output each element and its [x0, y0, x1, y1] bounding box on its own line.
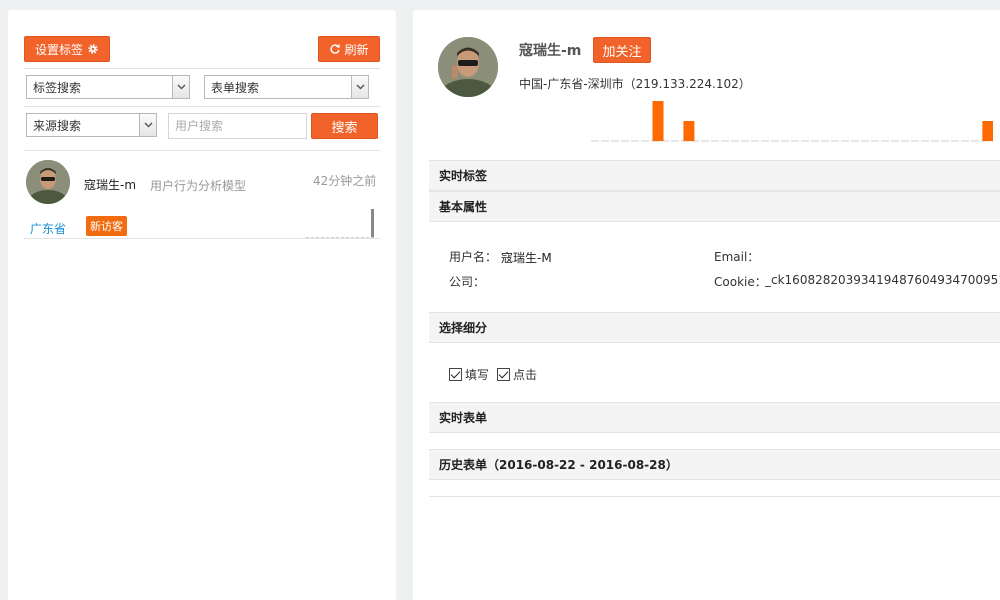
- divider: [429, 496, 1000, 497]
- divider: [24, 238, 380, 239]
- tag-search-select[interactable]: 标签搜索: [26, 75, 190, 99]
- visitor-list-panel: 设置标签 刷新 标签搜索 表单搜索 来源搜索 搜索 寇瑞生-m 用户行为分析模型…: [8, 10, 396, 600]
- checkbox-checked-icon: [497, 368, 510, 381]
- basic-attributes-header[interactable]: 基本属性: [429, 191, 1000, 222]
- segment-click-label: 点击: [513, 368, 538, 382]
- activity-chart: [591, 101, 993, 142]
- avatar: [26, 160, 70, 204]
- visit-time: 42分钟之前: [313, 174, 377, 188]
- chevron-down-icon: [351, 76, 368, 98]
- refresh-label: 刷新: [344, 42, 369, 57]
- visitor-region[interactable]: 广东省: [30, 220, 66, 237]
- refresh-button[interactable]: 刷新: [318, 36, 380, 62]
- checkbox-checked-icon: [449, 368, 462, 381]
- cookie-label: Cookie：: [714, 275, 767, 289]
- realtime-tags-header[interactable]: 实时标签: [429, 160, 1000, 191]
- username-label: 用户名：: [449, 250, 498, 264]
- search-button[interactable]: 搜索: [311, 113, 378, 139]
- source-search-select[interactable]: 来源搜索: [26, 113, 157, 137]
- chevron-down-icon: [172, 76, 189, 98]
- form-search-select[interactable]: 表单搜索: [204, 75, 369, 99]
- settings-tags-button[interactable]: 设置标签: [24, 36, 110, 62]
- segment-click-checkbox[interactable]: 点击: [497, 366, 537, 383]
- activity-bar: [652, 101, 664, 141]
- segment-fill-checkbox[interactable]: 填写: [449, 366, 489, 383]
- list-item[interactable]: 寇瑞生-m 用户行为分析模型 42分钟之前 广东省 新访客: [24, 151, 380, 238]
- activity-bar: [683, 121, 695, 141]
- email-label: Email：: [714, 250, 760, 264]
- activity-bar: [982, 121, 993, 141]
- form-search-value: 表单搜索: [211, 80, 260, 95]
- cookie-value: _ck16082820393419487604934700951: [765, 273, 1000, 287]
- divider: [24, 68, 380, 69]
- company-label: 公司：: [449, 275, 486, 289]
- mini-sparkline-bar: [371, 209, 374, 237]
- username-value: 寇瑞生-M: [501, 251, 552, 265]
- segment-fill-label: 填写: [465, 368, 490, 382]
- select-segment-header[interactable]: 选择细分: [429, 312, 1000, 343]
- profile-name: 寇瑞生-m: [519, 43, 582, 59]
- profile-avatar: [438, 37, 498, 97]
- profile-location: 中国-广东省-深圳市（219.133.224.102）: [519, 77, 751, 91]
- visitor-name[interactable]: 寇瑞生-m: [84, 176, 136, 193]
- visitor-detail-panel: 寇瑞生-m 加关注 中国-广东省-深圳市（219.133.224.102） 实时…: [413, 10, 1000, 600]
- follow-button[interactable]: 加关注: [593, 37, 651, 63]
- history-forms-header[interactable]: 历史表单（2016-08-22 - 2016-08-28）: [429, 449, 1000, 480]
- visitor-model: 用户行为分析模型: [150, 179, 247, 193]
- new-visitor-badge: 新访客: [86, 216, 127, 236]
- gear-icon: [87, 43, 99, 55]
- chevron-down-icon: [139, 114, 156, 136]
- source-search-value: 来源搜索: [33, 118, 82, 133]
- divider: [24, 106, 380, 107]
- settings-tags-label: 设置标签: [34, 42, 83, 57]
- user-search-input[interactable]: [168, 113, 307, 139]
- realtime-forms-header[interactable]: 实时表单: [429, 402, 1000, 433]
- tag-search-value: 标签搜索: [33, 80, 82, 95]
- refresh-icon: [329, 43, 341, 55]
